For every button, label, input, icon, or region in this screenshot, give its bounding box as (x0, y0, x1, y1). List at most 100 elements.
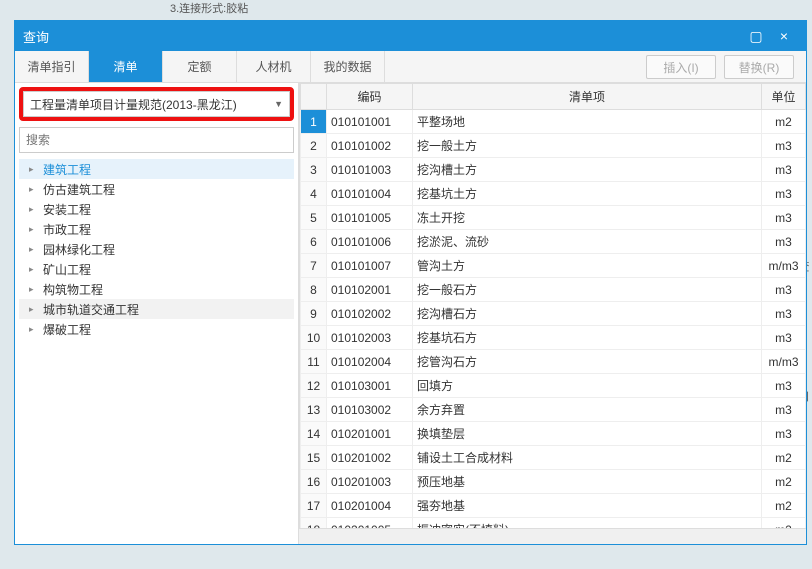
replace-button[interactable]: 替换(R) (724, 55, 794, 79)
spec-dropdown-highlight: 工程量清单项目计量规范(2013-黑龙江) ▼ (19, 87, 294, 121)
row-index: 16 (301, 470, 327, 494)
tree-item[interactable]: ▸ 园林绿化工程 (19, 239, 294, 259)
caret-right-icon: ▸ (29, 244, 39, 255)
table-row[interactable]: 12010103001回填方m3 (301, 374, 806, 398)
cell-code: 010102001 (327, 278, 413, 302)
cell-code: 010101006 (327, 230, 413, 254)
row-index: 15 (301, 446, 327, 470)
cell-name: 挖基坑石方 (413, 326, 762, 350)
cell-unit: m2 (762, 110, 806, 134)
row-index: 3 (301, 158, 327, 182)
maximize-icon[interactable]: ▢ (742, 26, 770, 46)
cell-name: 挖沟槽土方 (413, 158, 762, 182)
table-row[interactable]: 1010101001平整场地m2 (301, 110, 806, 134)
table-row[interactable]: 14010201001换填垫层m3 (301, 422, 806, 446)
cell-unit: m2 (762, 446, 806, 470)
row-index: 4 (301, 182, 327, 206)
search-input[interactable] (19, 127, 294, 153)
table-row[interactable]: 8010102001挖一般石方m3 (301, 278, 806, 302)
table-row[interactable]: 17010201004强夯地基m2 (301, 494, 806, 518)
caret-right-icon: ▸ (29, 304, 39, 315)
right-pane: 编码 清单项 单位 1010101001平整场地m22010101002挖一般土… (299, 83, 806, 544)
table-row[interactable]: 18010201005振冲密实(不填料)m2 (301, 518, 806, 529)
tabbar: 清单指引 清单 定额 人材机 我的数据 插入(I) 替换(R) (15, 51, 806, 83)
cell-name: 挖一般土方 (413, 134, 762, 158)
tree-item-label: 构筑物工程 (43, 281, 103, 298)
tree-item-label: 仿古建筑工程 (43, 181, 115, 198)
tree-item-label: 园林绿化工程 (43, 241, 115, 258)
table-row[interactable]: 4010101004挖基坑土方m3 (301, 182, 806, 206)
table-row[interactable]: 5010101005冻土开挖m3 (301, 206, 806, 230)
cell-unit: m3 (762, 134, 806, 158)
cell-name: 挖淤泥、流砂 (413, 230, 762, 254)
tree-item[interactable]: ▸市政工程 (19, 219, 294, 239)
col-head-unit: 单位 (762, 84, 806, 110)
category-tree: ▸建筑工程▸仿古建筑工程▸安装工程▸市政工程▸园林绿化工程▸矿山工程▸构筑物工程… (19, 159, 294, 540)
cell-code: 010101002 (327, 134, 413, 158)
tree-item[interactable]: ▸ 仿古建筑工程 (19, 179, 294, 199)
caret-right-icon: ▸ (29, 184, 39, 195)
tree-item[interactable]: ▸城市轨道交通工程 (19, 299, 294, 319)
background-text: 3.连接形式:胶粘 (0, 0, 812, 18)
tree-item[interactable]: ▸建筑工程 (19, 159, 294, 179)
row-index: 14 (301, 422, 327, 446)
row-index: 7 (301, 254, 327, 278)
caret-right-icon: ▸ (29, 204, 39, 215)
table-row[interactable]: 10010102003挖基坑石方m3 (301, 326, 806, 350)
table-row[interactable]: 13010103002余方弃置m3 (301, 398, 806, 422)
tab-quota[interactable]: 定额 (163, 51, 237, 82)
row-index: 1 (301, 110, 327, 134)
spec-dropdown[interactable]: 工程量清单项目计量规范(2013-黑龙江) ▼ (23, 91, 290, 117)
tab-list-guide[interactable]: 清单指引 (15, 51, 89, 82)
row-index: 9 (301, 302, 327, 326)
chevron-down-icon: ▼ (274, 99, 283, 109)
row-index: 2 (301, 134, 327, 158)
caret-right-icon: ▸ (29, 224, 39, 235)
tree-item[interactable]: ▸安装工程 (19, 199, 294, 219)
cell-unit: m3 (762, 326, 806, 350)
cell-code: 010201002 (327, 446, 413, 470)
cell-name: 回填方 (413, 374, 762, 398)
tab-my-data[interactable]: 我的数据 (311, 51, 385, 82)
horizontal-scrollbar[interactable] (299, 528, 806, 544)
tree-item[interactable]: ▸矿山工程 (19, 259, 294, 279)
cell-name: 强夯地基 (413, 494, 762, 518)
cell-code: 010101005 (327, 206, 413, 230)
tab-materials[interactable]: 人材机 (237, 51, 311, 82)
table-row[interactable]: 15010201002铺设土工合成材料m2 (301, 446, 806, 470)
table-row[interactable]: 9010102002挖沟槽石方m3 (301, 302, 806, 326)
query-dialog: 查询 ▢ × 清单指引 清单 定额 人材机 我的数据 插入(I) 替换(R) 工… (14, 20, 807, 545)
cell-code: 010102002 (327, 302, 413, 326)
cell-unit: m3 (762, 302, 806, 326)
cell-code: 010101003 (327, 158, 413, 182)
tree-item[interactable]: ▸爆破工程 (19, 319, 294, 339)
cell-unit: m3 (762, 182, 806, 206)
table-row[interactable]: 2010101002挖一般土方m3 (301, 134, 806, 158)
cell-name: 挖沟槽石方 (413, 302, 762, 326)
table-row[interactable]: 11010102004挖管沟石方m/m3 (301, 350, 806, 374)
table-row[interactable]: 7010101007管沟土方m/m3 (301, 254, 806, 278)
table-wrap[interactable]: 编码 清单项 单位 1010101001平整场地m22010101002挖一般土… (299, 83, 806, 528)
cell-unit: m3 (762, 230, 806, 254)
cell-unit: m/m3 (762, 350, 806, 374)
table-row[interactable]: 6010101006挖淤泥、流砂m3 (301, 230, 806, 254)
cell-code: 010201004 (327, 494, 413, 518)
insert-button[interactable]: 插入(I) (646, 55, 716, 79)
cell-name: 平整场地 (413, 110, 762, 134)
cell-name: 管沟土方 (413, 254, 762, 278)
tree-item[interactable]: ▸构筑物工程 (19, 279, 294, 299)
row-index: 12 (301, 374, 327, 398)
table-row[interactable]: 3010101003挖沟槽土方m3 (301, 158, 806, 182)
close-icon[interactable]: × (770, 26, 798, 46)
cell-code: 010101001 (327, 110, 413, 134)
tab-list[interactable]: 清单 (89, 51, 163, 82)
cell-name: 换填垫层 (413, 422, 762, 446)
cell-code: 010103002 (327, 398, 413, 422)
cell-unit: m3 (762, 278, 806, 302)
tree-item-label: 爆破工程 (43, 321, 91, 338)
cell-code: 010102004 (327, 350, 413, 374)
table-row[interactable]: 16010201003预压地基m2 (301, 470, 806, 494)
cell-name: 挖一般石方 (413, 278, 762, 302)
row-index: 13 (301, 398, 327, 422)
cell-name: 铺设土工合成材料 (413, 446, 762, 470)
